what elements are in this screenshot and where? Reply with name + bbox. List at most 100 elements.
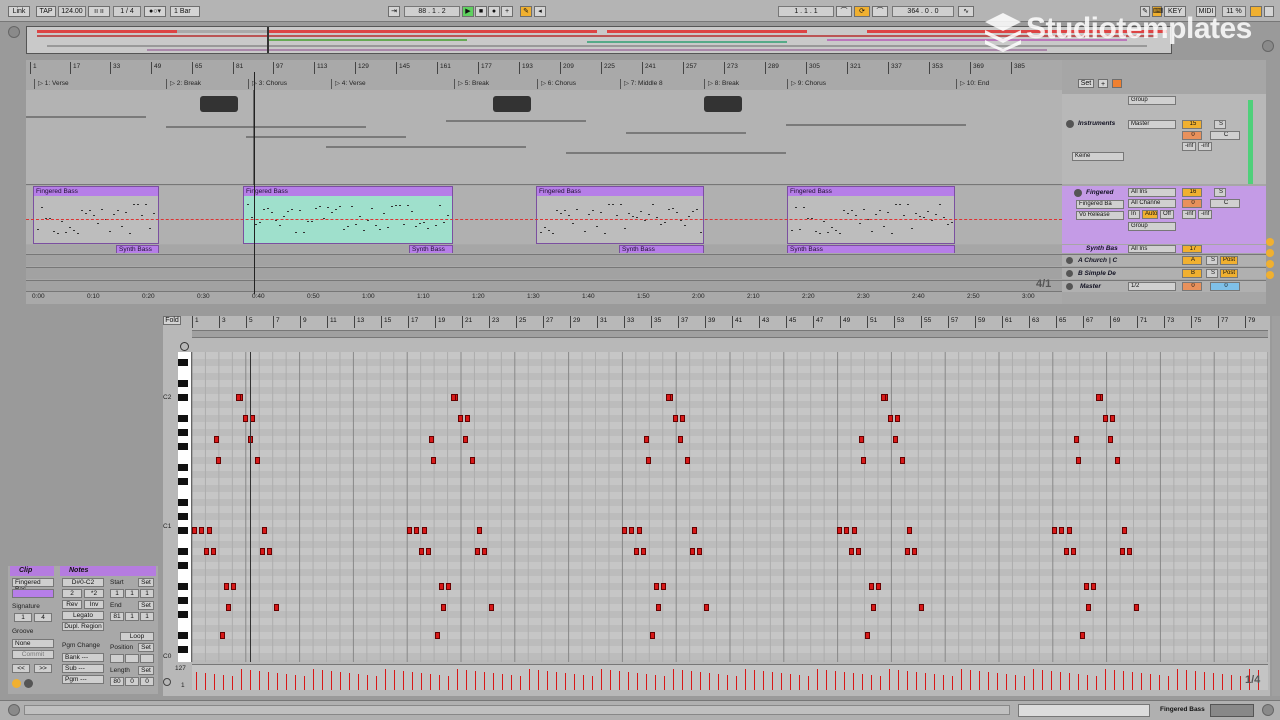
track-header-return-a[interactable]: A Church | C A S Post — [1062, 254, 1266, 266]
position-beat[interactable] — [125, 654, 139, 663]
midi-note[interactable] — [871, 604, 876, 611]
midi-note[interactable] — [429, 436, 434, 443]
velocity-bar[interactable] — [385, 669, 386, 690]
velocity-bar[interactable] — [907, 671, 908, 690]
midi-note[interactable] — [1074, 436, 1079, 443]
midi-note[interactable] — [637, 527, 642, 534]
velocity-bar[interactable] — [826, 670, 827, 690]
signature-denominator[interactable]: 4 — [34, 613, 52, 622]
clip-fingered-bass-3[interactable]: Fingered Bass — [536, 186, 704, 244]
record-button[interactable]: ● — [488, 6, 500, 17]
track-header-fingered[interactable]: Fingered Fingered Ba Vo Release All Ins … — [1062, 186, 1266, 244]
midi-note[interactable] — [673, 415, 678, 422]
midi-note[interactable] — [629, 527, 634, 534]
midi-note[interactable] — [849, 548, 854, 555]
midi-note[interactable] — [881, 394, 886, 401]
post-button[interactable]: Post — [1220, 269, 1238, 278]
midi-note[interactable] — [231, 583, 236, 590]
midi-note[interactable] — [1110, 415, 1115, 422]
velocity-bar[interactable] — [331, 671, 332, 690]
pan-field[interactable]: C — [1210, 199, 1240, 208]
midi-note[interactable] — [678, 436, 683, 443]
velocity-bar[interactable] — [1033, 669, 1034, 690]
velocity-bar[interactable] — [430, 674, 431, 690]
velocity-bar[interactable] — [511, 675, 512, 690]
pan-field[interactable]: 0 — [1210, 282, 1240, 291]
midi-note[interactable] — [435, 632, 440, 639]
midi-note[interactable] — [905, 548, 910, 555]
midi-note[interactable] — [692, 527, 697, 534]
length-bar[interactable]: 80 — [110, 677, 124, 686]
midi-note-editor[interactable]: Fold 1 3 5 7 9 11 13 15 17 19 21 23 25 27 29 31 33 35 37 39… — [163, 316, 1270, 696]
velocity-bar[interactable] — [1213, 673, 1214, 690]
tempo-field[interactable]: 124.00 — [58, 6, 86, 17]
return-a-lane[interactable] — [26, 254, 1062, 266]
track-activator[interactable]: 17 — [1182, 245, 1202, 253]
post-button[interactable]: Post — [1220, 256, 1238, 265]
midi-note[interactable] — [634, 548, 639, 555]
midi-note[interactable] — [192, 527, 197, 534]
end-beat[interactable]: 1 — [125, 612, 139, 621]
midi-note[interactable] — [1076, 457, 1081, 464]
return-b-lane[interactable] — [26, 267, 1062, 279]
velocity-bar[interactable] — [997, 673, 998, 690]
velocity-bar[interactable] — [502, 674, 503, 690]
legato-button[interactable]: Legato — [62, 611, 104, 620]
length-beat[interactable]: 0 — [125, 677, 139, 686]
midi-note[interactable] — [224, 583, 229, 590]
velocity-bar[interactable] — [1024, 676, 1025, 690]
velocity-bar[interactable] — [1096, 676, 1097, 690]
velocity-bar[interactable] — [718, 674, 719, 690]
overview-toggle-icon[interactable] — [8, 26, 20, 38]
midi-note[interactable] — [888, 415, 893, 422]
locator-marker[interactable]: ▷ 6: Chorus — [537, 79, 576, 89]
midi-note[interactable] — [243, 415, 248, 422]
velocity-bar[interactable] — [277, 673, 278, 690]
midi-note[interactable] — [489, 604, 494, 611]
velocity-bar[interactable] — [1042, 670, 1043, 690]
midi-note[interactable] — [470, 457, 475, 464]
time-signature-field[interactable]: 1 / 4 — [113, 6, 141, 17]
track-header-master[interactable]: Master 1/2 0 0 — [1062, 280, 1266, 292]
velocity-bar[interactable] — [466, 670, 467, 690]
fingered-bass-lane[interactable]: Fingered Bass Fingered Bass Fingered Bas… — [26, 186, 1062, 244]
velocity-bar[interactable] — [781, 673, 782, 690]
velocity-bar[interactable] — [835, 671, 836, 690]
zoom-icon[interactable] — [1262, 40, 1274, 52]
midi-note[interactable] — [1080, 632, 1085, 639]
locator-marker[interactable]: ▷ 4: Verse — [331, 79, 366, 89]
view-divider[interactable] — [0, 306, 1280, 312]
length-sixteenth[interactable]: 0 — [140, 677, 154, 686]
velocity-bar[interactable] — [673, 669, 674, 690]
midi-note[interactable] — [1064, 548, 1069, 555]
velocity-bar[interactable] — [340, 672, 341, 690]
monitor-auto-button[interactable]: Auto — [1142, 210, 1158, 219]
velocity-bar[interactable] — [1051, 671, 1052, 690]
follow-button[interactable]: ⇥ — [388, 6, 400, 17]
duplicate-region-button[interactable]: Dupl. Region — [62, 622, 104, 631]
midi-note[interactable] — [1108, 436, 1113, 443]
velocity-bar[interactable] — [1240, 676, 1241, 690]
black-key[interactable] — [178, 597, 188, 604]
midi-note[interactable] — [220, 632, 225, 639]
midi-note[interactable] — [656, 604, 661, 611]
midi-note[interactable] — [226, 604, 231, 611]
velocity-bar[interactable] — [808, 676, 809, 690]
play-button[interactable]: ▶ — [462, 6, 474, 17]
velocity-bar[interactable] — [898, 670, 899, 690]
midi-note[interactable] — [1096, 394, 1101, 401]
expand-icon[interactable] — [1066, 283, 1073, 290]
midi-note[interactable] — [661, 583, 666, 590]
half-tempo-button[interactable]: 2 — [62, 589, 82, 598]
velocity-bar[interactable] — [1015, 675, 1016, 690]
midi-note[interactable] — [837, 527, 842, 534]
velocity-bar[interactable] — [592, 676, 593, 690]
velocity-bar[interactable] — [403, 671, 404, 690]
velocity-bar[interactable] — [241, 669, 242, 690]
midi-note[interactable] — [441, 604, 446, 611]
loop-brace[interactable] — [192, 330, 1268, 338]
velocity-bar[interactable] — [682, 670, 683, 690]
velocity-bar[interactable] — [484, 672, 485, 690]
velocity-bar[interactable] — [205, 673, 206, 690]
midi-note[interactable] — [419, 548, 424, 555]
